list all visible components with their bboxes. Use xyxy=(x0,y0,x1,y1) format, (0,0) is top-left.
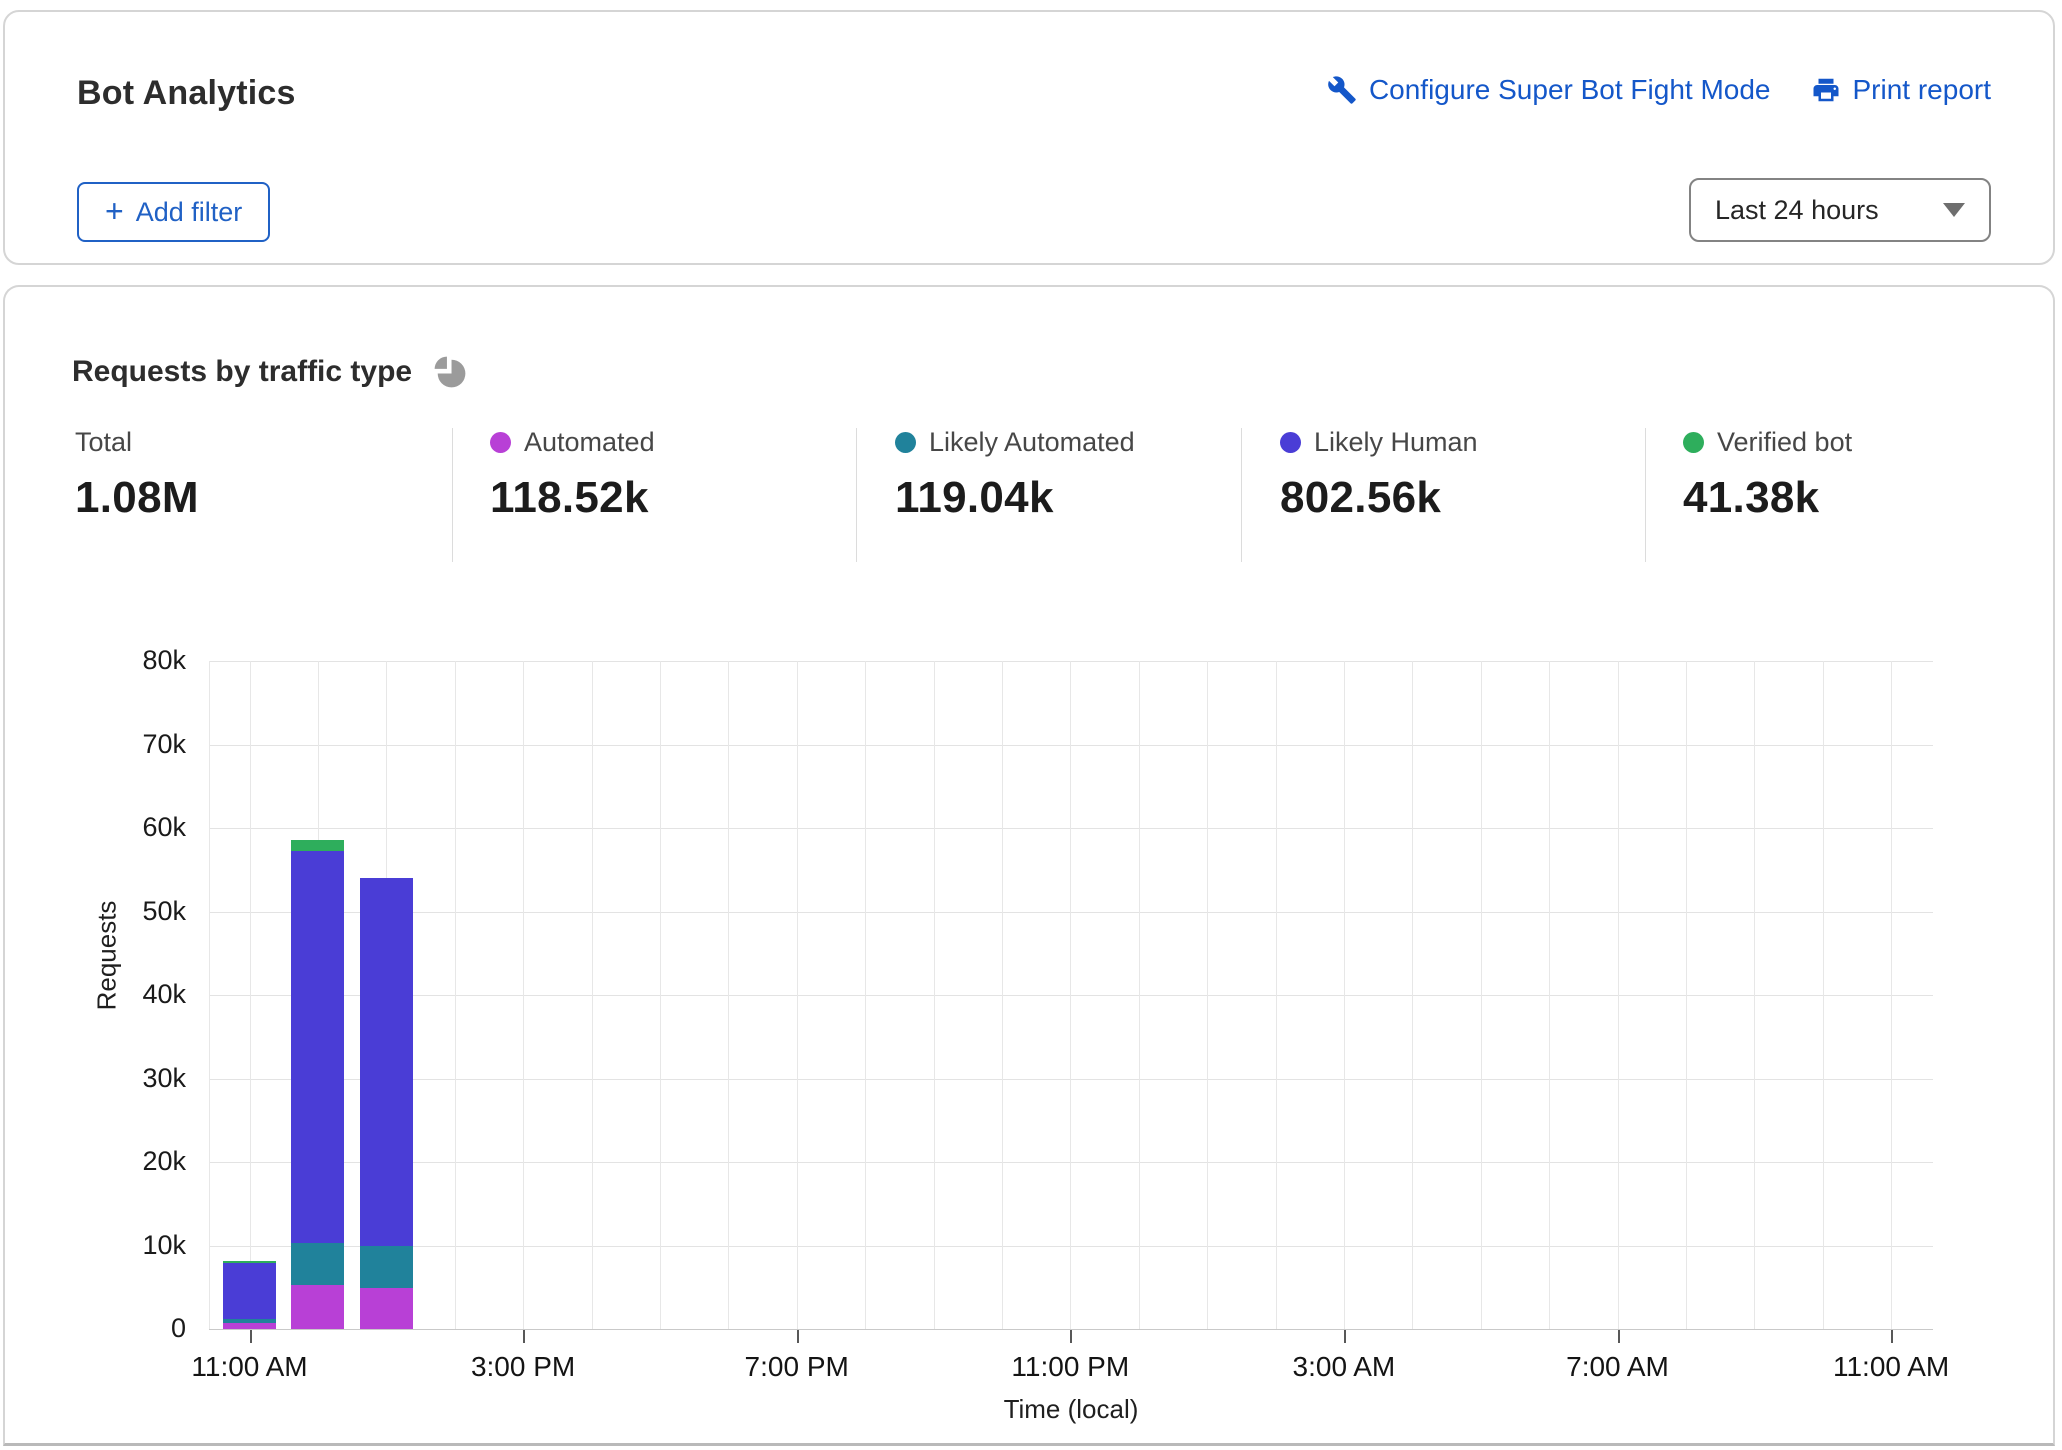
stat-separator xyxy=(1241,428,1242,562)
gridline xyxy=(1549,661,1551,1329)
printer-icon xyxy=(1813,78,1838,102)
y-tick-label: 20k xyxy=(142,1146,186,1176)
x-tick-label: 3:00 AM xyxy=(1292,1351,1396,1382)
section-title-row: Requests by traffic type xyxy=(72,352,470,392)
plus-icon: + xyxy=(105,192,124,229)
stats-legend-row: Total 1.08M Automated 118.52k Likely Aut… xyxy=(0,425,2062,565)
stat-total: Total 1.08M xyxy=(75,425,199,523)
gridline xyxy=(1412,661,1414,1329)
x-tick-label: 11:00 AM xyxy=(191,1351,308,1382)
gridline xyxy=(1207,661,1209,1329)
x-tick-mark xyxy=(796,1330,799,1343)
stat-likely-human-value: 802.56k xyxy=(1280,473,1442,522)
x-tick-mark xyxy=(249,1330,252,1343)
section-title: Requests by traffic type xyxy=(72,355,413,388)
chevron-down-icon xyxy=(1943,203,1965,217)
x-axis-title: Time (local) xyxy=(1003,1394,1139,1424)
gridline xyxy=(933,661,935,1329)
gridline xyxy=(659,661,661,1329)
bar-segment-automated[interactable] xyxy=(359,1288,413,1329)
stat-total-label: Total xyxy=(75,426,133,457)
gridline xyxy=(796,661,798,1329)
x-tick-mark xyxy=(1070,1330,1073,1343)
add-filter-button[interactable]: + Add filter xyxy=(77,182,271,242)
y-tick-label: 10k xyxy=(142,1229,186,1260)
gridline xyxy=(209,661,210,1329)
y-tick-label: 70k xyxy=(142,728,186,759)
gridline xyxy=(865,661,867,1329)
gridline xyxy=(728,661,730,1329)
gridline xyxy=(1822,661,1824,1329)
header-card: Bot Analytics Configure Super Bot Fight … xyxy=(3,10,2055,265)
bar-segment-automated[interactable] xyxy=(291,1284,345,1329)
stat-separator xyxy=(452,428,453,562)
y-tick-label: 0 xyxy=(170,1313,186,1343)
stat-verified-bot: Verified bot 41.38k xyxy=(1683,425,1852,523)
stat-likely-automated-label: Likely Automated xyxy=(929,426,1135,457)
x-tick-label: 11:00 AM xyxy=(1832,1351,1950,1382)
stat-total-value: 1.08M xyxy=(75,473,199,522)
gridline xyxy=(523,661,525,1329)
stat-likely-human: Likely Human 802.56k xyxy=(1280,425,1478,523)
stat-verified-bot-value: 41.38k xyxy=(1683,473,1820,522)
gridline xyxy=(1685,661,1687,1329)
x-tick-mark xyxy=(1617,1330,1620,1343)
automated-legend-dot xyxy=(490,431,511,453)
stat-separator xyxy=(856,428,857,562)
add-filter-label: Add filter xyxy=(135,196,243,227)
plot-area: 11:00 AM 3:00 PM 7:00 PM 11:00 PM 3:00 AM 7:0… xyxy=(191,661,1949,1382)
wrench-icon xyxy=(1328,76,1356,104)
stat-automated-value: 118.52k xyxy=(490,473,649,522)
y-tick-label: 50k xyxy=(142,895,186,926)
stat-likely-automated-value: 119.04k xyxy=(895,473,1054,522)
gridline xyxy=(1001,661,1003,1329)
y-tick-label: 30k xyxy=(142,1062,186,1093)
stat-likely-human-label: Likely Human xyxy=(1314,426,1478,457)
x-tick-mark xyxy=(523,1330,526,1343)
print-report-link[interactable]: Print report xyxy=(1811,74,1992,106)
verified-bot-legend-dot xyxy=(1683,431,1704,453)
stat-separator xyxy=(1645,428,1646,562)
y-tick-label: 80k xyxy=(142,645,186,675)
gridline xyxy=(1070,661,1072,1329)
gridline xyxy=(1343,661,1345,1329)
gridline xyxy=(1275,661,1277,1329)
y-tick-label: 40k xyxy=(142,979,186,1009)
bar-segment-automated[interactable] xyxy=(223,1323,276,1329)
gridline xyxy=(1138,661,1140,1329)
gridline xyxy=(454,661,456,1329)
likely-automated-legend-dot xyxy=(895,431,916,453)
stat-automated: Automated 118.52k xyxy=(490,425,655,523)
x-tick-label: 7:00 PM xyxy=(744,1351,849,1382)
page-title: Bot Analytics xyxy=(77,74,296,112)
gridline xyxy=(1617,661,1619,1329)
stat-verified-bot-label: Verified bot xyxy=(1717,426,1853,457)
x-tick-mark xyxy=(1891,1330,1894,1343)
x-tick-label: 3:00 PM xyxy=(470,1351,576,1382)
header-links: Configure Super Bot Fight Mode Print rep… xyxy=(1327,74,1991,106)
y-tick-label: 60k xyxy=(142,812,186,842)
x-tick-label: 7:00 AM xyxy=(1566,1351,1669,1382)
configure-link-label: Configure Super Bot Fight Mode xyxy=(1368,74,1771,105)
time-range-select[interactable]: Last 24 hours xyxy=(1689,178,1991,242)
stat-likely-automated: Likely Automated 119.04k xyxy=(895,425,1135,523)
x-tick-label: 11:00 PM xyxy=(1011,1351,1130,1382)
gridline xyxy=(1891,661,1893,1329)
gridline xyxy=(1480,661,1482,1329)
y-axis-title: Requests xyxy=(91,900,122,1011)
pie-chart-icon xyxy=(434,356,466,388)
time-range-value: Last 24 hours xyxy=(1715,194,1879,225)
gridline xyxy=(1754,661,1756,1329)
gridline xyxy=(249,661,251,1329)
likely-human-legend-dot xyxy=(1280,431,1301,453)
x-tick-mark xyxy=(1343,1330,1346,1343)
configure-super-bot-fight-mode-link[interactable]: Configure Super Bot Fight Mode xyxy=(1327,74,1771,106)
gridline xyxy=(591,661,593,1329)
stat-automated-label: Automated xyxy=(524,426,655,457)
print-link-label: Print report xyxy=(1852,74,1992,105)
